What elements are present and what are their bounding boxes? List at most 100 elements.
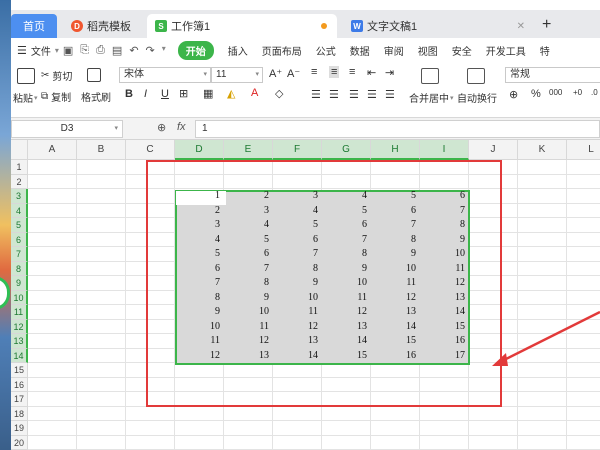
border-icon[interactable]: ⊞: [179, 87, 188, 100]
column-header-d[interactable]: D: [175, 140, 224, 160]
column-header-b[interactable]: B: [77, 140, 126, 160]
insert-function-button[interactable]: fx: [177, 121, 186, 133]
save-icon[interactable]: ▣: [63, 44, 73, 57]
column-header-g[interactable]: G: [322, 140, 371, 160]
name-box-chevron-icon[interactable]: ▾: [114, 121, 118, 137]
font-name-select[interactable]: 宋体 ▾: [119, 67, 211, 83]
row-header-13[interactable]: 13: [11, 334, 28, 349]
row-header-12[interactable]: 12: [11, 319, 28, 334]
thousands-button[interactable]: 000: [549, 88, 562, 97]
row-header-3[interactable]: 3: [11, 189, 28, 204]
menu-developer[interactable]: 开发工具: [486, 43, 526, 58]
align-center-icon[interactable]: ☰: [329, 88, 339, 101]
indent-decrease-icon[interactable]: ⇤: [367, 66, 376, 79]
redo-icon[interactable]: ↷: [146, 44, 155, 57]
align-right-icon[interactable]: ☰: [349, 88, 359, 101]
column-header-j[interactable]: J: [469, 140, 518, 160]
underline-button[interactable]: U: [161, 88, 169, 100]
align-left-icon[interactable]: ☰: [311, 88, 321, 101]
row-header-20[interactable]: 20: [11, 435, 28, 450]
menu-data[interactable]: 数据: [350, 43, 370, 58]
paste-button[interactable]: 粘贴 ▾: [13, 90, 38, 105]
menu-special[interactable]: 特: [540, 43, 550, 58]
row-header-14[interactable]: 14: [11, 348, 28, 363]
justify-icon[interactable]: ☰: [367, 88, 377, 101]
zoom-lens-icon[interactable]: ⊕: [157, 121, 166, 134]
close-tab-icon[interactable]: ✕: [517, 21, 525, 32]
row-header-2[interactable]: 2: [11, 174, 28, 189]
menu-view[interactable]: 视图: [418, 43, 438, 58]
row-header-9[interactable]: 9: [11, 276, 28, 291]
menu-security[interactable]: 安全: [452, 43, 472, 58]
align-bottom-icon[interactable]: ≡: [349, 66, 355, 78]
undo-icon[interactable]: ↶: [129, 44, 138, 57]
column-header-e[interactable]: E: [224, 140, 273, 160]
chevron-down-icon[interactable]: ▾: [55, 46, 59, 55]
align-middle-icon[interactable]: ≡: [329, 66, 340, 78]
new-tab-button[interactable]: +: [542, 16, 551, 34]
row-header-18[interactable]: 18: [11, 406, 28, 421]
fill-pattern-icon[interactable]: ▦: [203, 87, 213, 100]
column-header-k[interactable]: K: [518, 140, 567, 160]
decrease-decimal-icon[interactable]: .0: [591, 88, 598, 97]
font-size-select[interactable]: 11 ▾: [211, 67, 263, 83]
shrink-font-button[interactable]: A⁻: [287, 67, 300, 80]
merge-center-icon[interactable]: [421, 68, 439, 84]
tab-template[interactable]: D 稻壳模板: [65, 14, 145, 38]
paste-icon[interactable]: [17, 68, 35, 84]
column-header-a[interactable]: A: [28, 140, 77, 160]
export-icon[interactable]: ⎘: [80, 44, 89, 57]
distribute-icon[interactable]: ☰: [385, 88, 395, 101]
merge-center-button[interactable]: 合并居中 ▾: [409, 90, 454, 105]
print-preview-icon[interactable]: ▤: [112, 44, 122, 57]
copy-button[interactable]: ⧉ 复制: [41, 89, 71, 104]
formula-input[interactable]: 1: [195, 120, 600, 138]
menu-home[interactable]: 开始: [177, 40, 214, 60]
wrap-text-button[interactable]: 自动换行: [457, 90, 497, 105]
menu-file[interactable]: 文件: [31, 43, 51, 58]
format-painter-icon[interactable]: [87, 68, 101, 82]
italic-button[interactable]: I: [144, 88, 147, 100]
indent-increase-icon[interactable]: ⇥: [385, 66, 394, 79]
column-header-f[interactable]: F: [273, 140, 322, 160]
select-all-corner[interactable]: [11, 140, 28, 160]
font-color-icon[interactable]: A: [251, 87, 258, 99]
row-header-1[interactable]: 1: [11, 160, 28, 175]
row-header-7[interactable]: 7: [11, 247, 28, 262]
menu-review[interactable]: 审阅: [384, 43, 404, 58]
grow-font-button[interactable]: A⁺: [269, 67, 282, 80]
row-header-8[interactable]: 8: [11, 261, 28, 276]
column-header-c[interactable]: C: [126, 140, 175, 160]
number-format-select[interactable]: 常规: [505, 67, 600, 83]
cut-button[interactable]: ✂ 剪切: [41, 68, 72, 83]
clear-format-icon[interactable]: ◇: [275, 87, 283, 100]
row-header-10[interactable]: 10: [11, 290, 28, 305]
row-header-6[interactable]: 6: [11, 232, 28, 247]
more-chevron-icon[interactable]: ▾: [162, 44, 166, 57]
row-header-5[interactable]: 5: [11, 218, 28, 233]
currency-icon[interactable]: ⊕: [509, 88, 518, 101]
row-header-15[interactable]: 15: [11, 363, 28, 378]
percent-button[interactable]: %: [531, 88, 541, 100]
format-painter-button[interactable]: 格式刷: [81, 89, 111, 104]
row-header-11[interactable]: 11: [11, 305, 28, 320]
menu-page-layout[interactable]: 页面布局: [262, 43, 302, 58]
print-icon[interactable]: ⎙: [96, 44, 105, 57]
name-box[interactable]: D3 ▾: [11, 120, 123, 138]
row-header-4[interactable]: 4: [11, 203, 28, 218]
align-top-icon[interactable]: ≡: [311, 66, 317, 78]
column-header-l[interactable]: L: [567, 140, 600, 160]
row-header-17[interactable]: 17: [11, 392, 28, 407]
fill-color-icon[interactable]: ◭: [227, 87, 235, 100]
increase-decimal-icon[interactable]: +0: [573, 88, 582, 97]
column-header-i[interactable]: I: [420, 140, 469, 160]
row-header-19[interactable]: 19: [11, 421, 28, 436]
tab-document[interactable]: W 文字文稿1 ✕: [343, 14, 533, 38]
menu-formulas[interactable]: 公式: [316, 43, 336, 58]
bold-button[interactable]: B: [125, 88, 133, 100]
menu-insert[interactable]: 插入: [228, 43, 248, 58]
column-header-h[interactable]: H: [371, 140, 420, 160]
wrap-text-icon[interactable]: [467, 68, 485, 84]
row-header-16[interactable]: 16: [11, 377, 28, 392]
hamburger-icon[interactable]: ☰: [17, 44, 27, 57]
